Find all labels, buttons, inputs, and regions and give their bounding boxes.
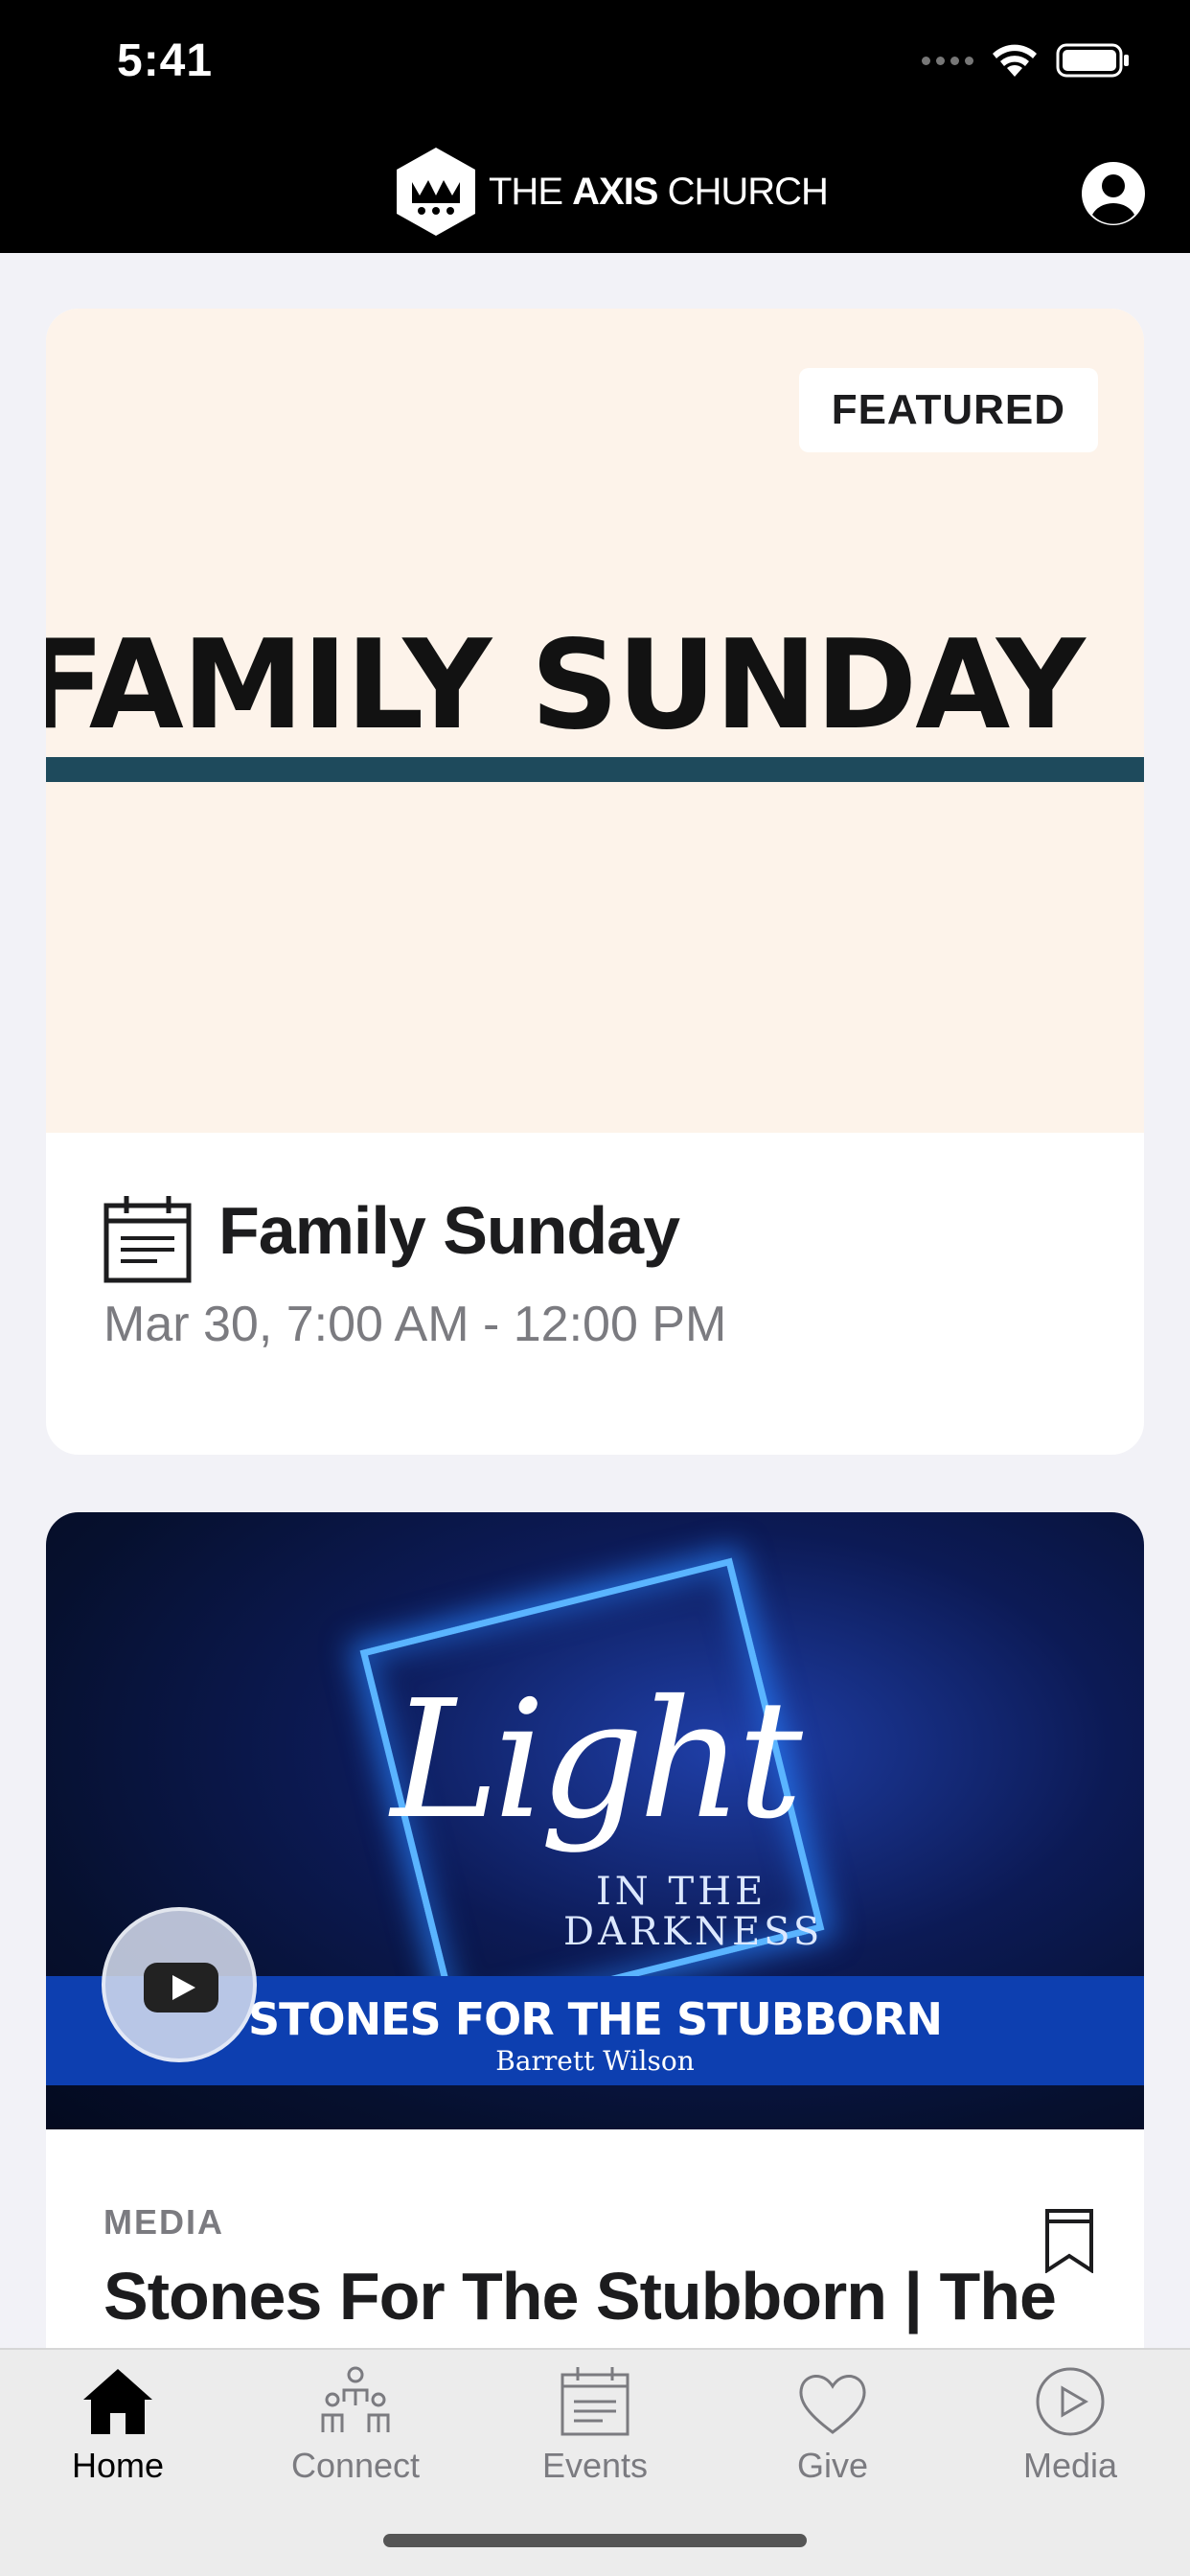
heart-icon [799, 2375, 866, 2434]
wifi-icon [993, 44, 1037, 77]
tab-media-label: Media [1022, 2446, 1118, 2485]
youtube-play-icon [144, 1963, 218, 2012]
event-datetime: Mar 30, 7:00 AM - 12:00 PM [103, 1297, 727, 1352]
profile-icon[interactable] [1081, 161, 1146, 226]
home-icon [83, 2369, 152, 2434]
thumbnail-script-title: Light [391, 1666, 803, 1855]
tab-events-label: Events [541, 2446, 649, 2485]
tab-media[interactable]: Media [974, 2363, 1166, 2507]
status-icons [922, 42, 1131, 79]
play-circle-icon [1036, 2367, 1105, 2436]
media-category-label: MEDIA [103, 2202, 224, 2242]
tab-give-label: Give [796, 2446, 869, 2485]
featured-event-card[interactable]: FAMILY SUNDAY FEATURED Family Sunday Mar… [46, 309, 1144, 1455]
media-card[interactable]: Light IN THE DARKNESS STONES FOR THE STU… [46, 1512, 1144, 2375]
status-time: 5:41 [117, 35, 214, 86]
thumbnail-subtitle: IN THE DARKNESS [563, 1870, 824, 1954]
play-video-button[interactable] [102, 1907, 257, 2062]
crown-logo-icon [397, 148, 475, 236]
tab-connect[interactable]: Connect [260, 2363, 451, 2507]
tab-connect-label: Connect [290, 2446, 421, 2485]
status-bar: 5:41 [0, 0, 1190, 126]
app-header: THE AXIS CHURCH [0, 126, 1190, 253]
home-indicator[interactable] [383, 2534, 807, 2547]
logo-text: THE AXIS CHURCH [489, 170, 829, 213]
tab-home[interactable]: Home [22, 2363, 214, 2507]
event-title: Family Sunday [218, 1193, 680, 1268]
calendar-icon [103, 1196, 192, 1283]
tab-home-label: Home [71, 2446, 165, 2485]
cellular-signal-icon [922, 56, 973, 65]
media-thumbnail: Light IN THE DARKNESS STONES FOR THE STU… [46, 1512, 1144, 2129]
church-logo[interactable]: THE AXIS CHURCH [393, 144, 829, 240]
people-icon [321, 2366, 390, 2432]
featured-image-stripe [46, 757, 1144, 782]
tab-give[interactable]: Give [737, 2363, 928, 2507]
media-title: Stones For The Stubborn | The [103, 2259, 1057, 2334]
featured-badge: FEATURED [798, 368, 1098, 452]
tab-events[interactable]: Events [499, 2363, 691, 2507]
battery-icon [1056, 43, 1129, 78]
featured-image-text: FAMILY SUNDAY [46, 614, 1086, 757]
calendar-icon [561, 2367, 629, 2436]
